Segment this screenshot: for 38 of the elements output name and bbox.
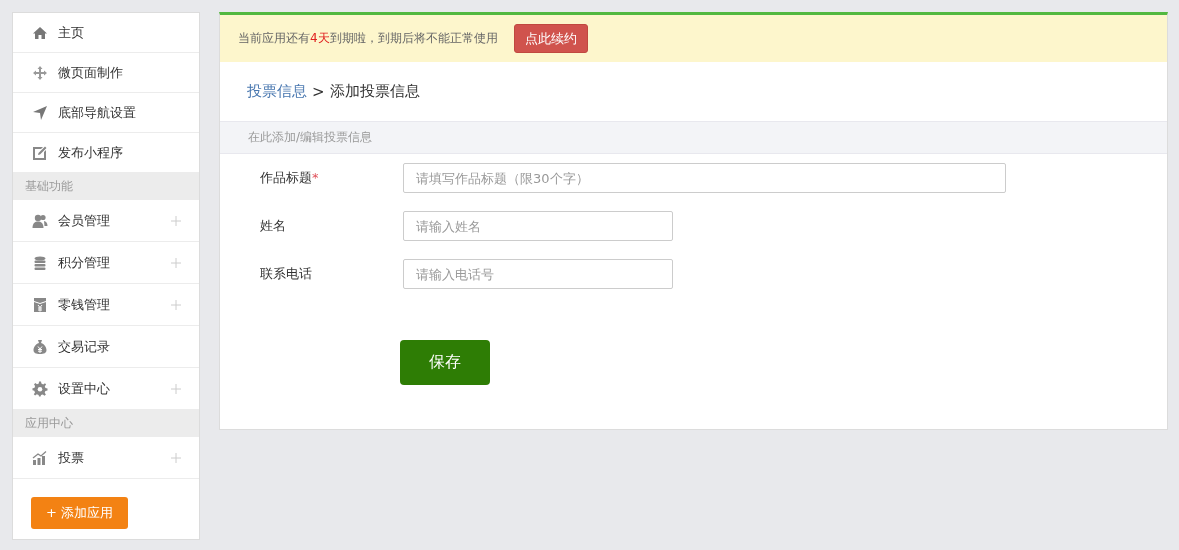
- section-header: 应用中心: [13, 410, 199, 437]
- breadcrumb-current: 添加投票信息: [329, 82, 420, 101]
- section-header: 基础功能: [13, 173, 199, 200]
- sidebar-item[interactable]: 底部导航设置: [13, 93, 199, 133]
- sidebar-item[interactable]: 零钱管理: [13, 284, 199, 326]
- sidebar-item[interactable]: 主页: [13, 13, 199, 53]
- breadcrumb-separator: >: [312, 82, 325, 101]
- renew-button[interactable]: 点此续约: [513, 24, 588, 53]
- input-field[interactable]: 请填写作品标题（限30个字）: [403, 163, 1006, 193]
- home-icon: [32, 24, 48, 41]
- plus-icon[interactable]: [171, 452, 181, 463]
- input-field[interactable]: 请输入电话号: [403, 259, 673, 289]
- users-icon: [32, 212, 48, 229]
- settings-icon: [32, 380, 48, 397]
- field-label: 作品标题*: [260, 169, 320, 187]
- database-icon: [32, 254, 48, 271]
- input-field[interactable]: 请输入姓名: [403, 211, 673, 241]
- plus-icon[interactable]: [171, 257, 181, 268]
- notice-text: 当前应用还有4天到期啦，到期后将不能正常使用: [238, 30, 498, 47]
- plus-icon[interactable]: [171, 383, 181, 394]
- sidebar-item[interactable]: 交易记录: [13, 326, 199, 368]
- field-label: 联系电话: [260, 265, 313, 283]
- sidebar-item[interactable]: 积分管理: [13, 242, 199, 284]
- breadcrumb-link[interactable]: 投票信息: [247, 82, 307, 101]
- sidebar-item[interactable]: 会员管理: [13, 200, 199, 242]
- field-label: 姓名: [260, 217, 287, 235]
- wallet-icon: [32, 296, 48, 313]
- section-header: 在此添加/编辑投票信息: [220, 121, 1167, 154]
- plus-icon[interactable]: [171, 215, 181, 226]
- sidebar-item[interactable]: 投票: [13, 437, 199, 479]
- save-button[interactable]: 保存: [400, 340, 490, 385]
- edit-icon: [32, 144, 48, 161]
- move-icon: [32, 64, 48, 81]
- sidebar-item[interactable]: 微页面制作: [13, 53, 199, 93]
- arrow-icon: [32, 104, 48, 121]
- plus-icon[interactable]: [171, 299, 181, 310]
- money-bag-icon: [32, 338, 48, 355]
- chart-icon: [32, 449, 48, 466]
